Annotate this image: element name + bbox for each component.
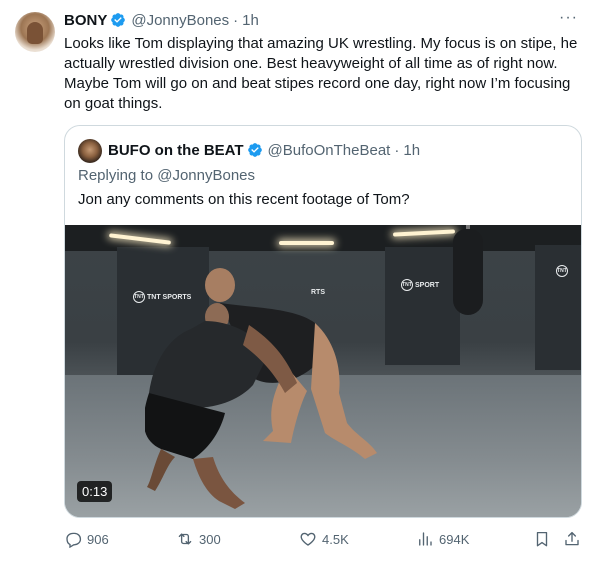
repost-count: 300 <box>199 531 221 547</box>
views-icon <box>419 532 432 546</box>
header-separator: · <box>233 11 239 29</box>
quote-author-avatar[interactable] <box>78 139 102 163</box>
verified-badge-icon <box>247 143 262 157</box>
punching-bag <box>453 229 483 315</box>
bookmark-icon[interactable] <box>533 530 551 548</box>
video-player[interactable]: TNT TNT SPORTS RTS TNT SPORT TNT 0:13 <box>65 225 581 517</box>
share-icon[interactable] <box>563 530 581 548</box>
replying-to: Replying to @JonnyBones <box>78 167 255 184</box>
video-duration: 0:13 <box>77 481 113 502</box>
quote-time[interactable]: 1h <box>403 142 420 159</box>
author-name[interactable]: BONY <box>64 12 107 29</box>
like-count: 4.5K <box>322 531 349 547</box>
quote-header-separator: · <box>394 141 400 159</box>
video-fighters <box>145 268 377 509</box>
verified-badge-icon <box>111 13 126 27</box>
author-avatar[interactable] <box>15 12 55 52</box>
action-bar: 906 300 4.5K 694K <box>64 528 584 550</box>
quote-author-handle[interactable]: @BufoOnTheBeat <box>268 142 391 159</box>
like-button[interactable]: 4.5K <box>299 528 349 550</box>
more-icon[interactable]: ··· <box>559 10 578 26</box>
replying-mention[interactable]: @JonnyBones <box>157 167 255 184</box>
tweet-header: BONY @JonnyBones · 1h ··· <box>64 10 578 30</box>
video-wall-panel <box>535 245 581 370</box>
quote-author-name[interactable]: BUFO on the BEAT <box>108 142 244 159</box>
video-light <box>279 241 334 245</box>
views-button[interactable]: 694K <box>416 528 469 550</box>
reply-button[interactable]: 906 <box>64 528 109 550</box>
video-logo: TNT SPORT <box>401 279 439 291</box>
like-icon <box>300 532 316 546</box>
tweet-text: Looks like Tom displaying that amazing U… <box>64 35 578 112</box>
views-count: 694K <box>439 531 470 547</box>
repost-button[interactable]: 300 <box>176 528 221 550</box>
quote-header: BUFO on the BEAT @BufoOnTheBeat · 1h <box>108 140 420 160</box>
repost-icon <box>178 533 192 545</box>
replying-prefix: Replying to <box>78 167 158 184</box>
quote-text: Jon any comments on this recent footage … <box>78 191 410 208</box>
author-handle[interactable]: @JonnyBones <box>131 12 229 29</box>
reply-icon <box>66 532 82 548</box>
quoted-tweet[interactable]: BUFO on the BEAT @BufoOnTheBeat · 1h Rep… <box>64 125 582 518</box>
tweet-time[interactable]: 1h <box>242 12 259 29</box>
reply-count: 906 <box>87 531 109 547</box>
video-logo: TNT <box>556 265 568 277</box>
